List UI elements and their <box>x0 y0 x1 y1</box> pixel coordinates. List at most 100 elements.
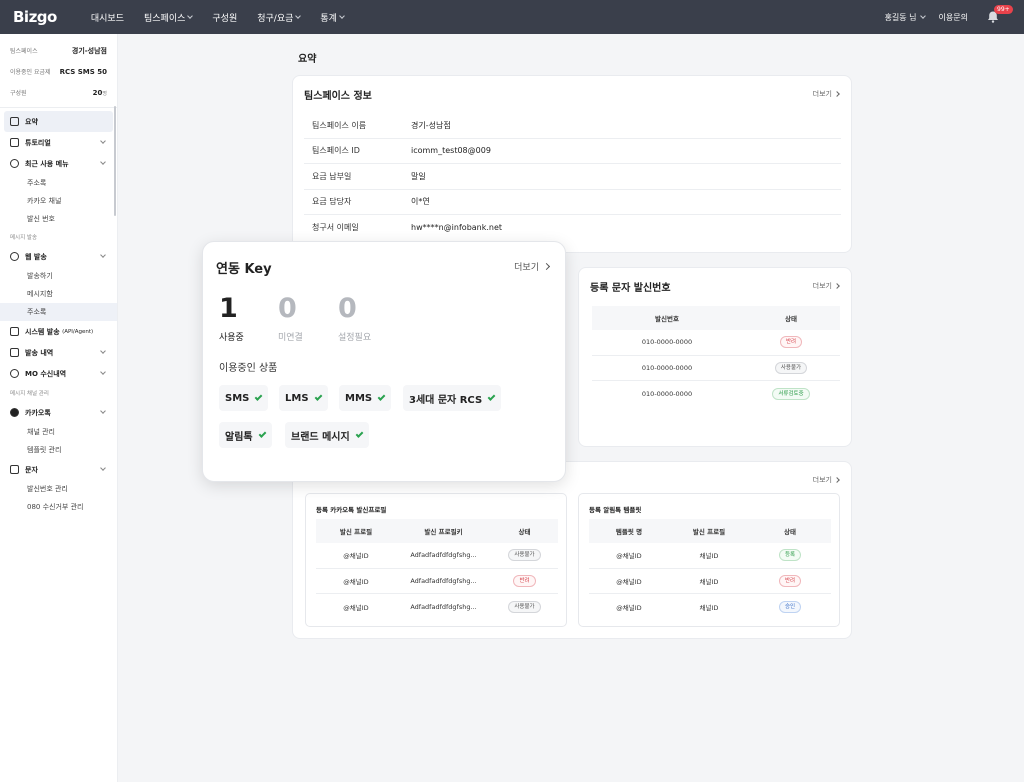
sidebar-scrollbar[interactable] <box>114 106 116 216</box>
product-chip: SMS <box>219 385 269 411</box>
status-badge: 반려 <box>779 336 803 349</box>
nav-item-members[interactable]: 구성원 <box>212 11 237 24</box>
card-title: 팀스페이스 정보 <box>304 91 372 102</box>
nav-item-billing[interactable]: 청구/요금 <box>257 11 302 24</box>
stat-setup-needed[interactable]: 0 설정필요 <box>338 292 371 343</box>
product-chip: 알림톡 <box>219 422 272 448</box>
sidebar-sub-template-manage[interactable]: 템플릿 관리 <box>0 441 117 459</box>
more-link[interactable]: 더보기 <box>514 260 551 273</box>
info-row: 요금 납부일 말일 <box>304 164 841 190</box>
layout-icon <box>10 117 19 126</box>
sidebar-item-sms[interactable]: 문자 <box>0 459 117 480</box>
table-row: @채널ID 채널ID 승인 <box>589 594 831 620</box>
sidebar-sub-address[interactable]: 주소록 <box>0 174 117 192</box>
product-chip: 브랜드 메시지 <box>285 422 369 448</box>
table-row: @채널ID Adfadfadfdfdgfshg... 반려 <box>316 569 558 594</box>
product-chip: LMS <box>279 385 328 411</box>
logo[interactable]: Bizgo <box>13 8 57 26</box>
table-row: @채널ID Adfadfadfdfdgfshg... 사용불가 <box>316 543 558 569</box>
sidebar-sub-channel-manage[interactable]: 채널 관리 <box>0 423 117 441</box>
sidebar-info: 팀스페이스 경기-성남점 이용중인 요금제 RCS SMS 50 구성원 20명 <box>0 34 117 103</box>
status-badge: 사용불가 <box>774 361 808 374</box>
popup-title: 연동 Key <box>216 262 272 277</box>
sidebar-item-recent[interactable]: 최근 사용 메뉴 <box>0 153 117 174</box>
sender-number-card: 등록 문자 발신번호 더보기 발신번호 상태 010-0000-0000 반려 01… <box>578 267 852 447</box>
products-label: 이용중인 상품 <box>219 363 278 374</box>
chat-icon <box>10 252 19 261</box>
sidebar-sub-send[interactable]: 발송하기 <box>0 267 117 285</box>
info-row: 팀스페이스 ID icomm_test08@009 <box>304 139 841 164</box>
top-nav: Bizgo 대시보드 팀스페이스 구성원 청구/요금 통계 홍길동 님 이용문의… <box>0 0 1024 34</box>
check-icon <box>377 392 386 401</box>
kakao-card: 더보기 등록 카카오톡 발신프로필 발신 프로필 발신 프로필키 상태 @채널ID A… <box>292 461 852 639</box>
chevron-down-icon <box>100 408 106 414</box>
check-icon <box>487 392 496 401</box>
status-badge: 반려 <box>513 574 536 587</box>
sidebar-item-system-send[interactable]: 시스템 발송 (API/Agent) <box>0 321 117 342</box>
status-badge: 사용불가 <box>508 600 541 613</box>
page-title: 요약 <box>298 54 317 65</box>
sender-table: 발신번호 상태 010-0000-0000 반려 010-0000-0000 사용불가… <box>592 306 840 407</box>
table-header: 템플릿 명 발신 프로필 상태 <box>589 519 831 543</box>
nav-item-teamspace[interactable]: 팀스페이스 <box>144 11 194 24</box>
status-badge: 서류검토중 <box>772 387 810 400</box>
chevron-down-icon <box>100 138 106 144</box>
more-link[interactable]: 더보기 <box>813 475 840 485</box>
sidebar-sub-sender-number[interactable]: 발신 번호 <box>0 210 117 228</box>
kakao-profile-panel: 등록 카카오톡 발신프로필 발신 프로필 발신 프로필키 상태 @채널ID Adfad… <box>305 493 567 627</box>
sidebar-item-web-send[interactable]: 웹 발송 <box>0 246 117 267</box>
status-badge: 사용불가 <box>508 549 541 562</box>
profile-table: 발신 프로필 발신 프로필키 상태 @채널ID Adfadfadfdfdgfshg..… <box>316 519 558 620</box>
chevron-right-icon <box>834 91 840 97</box>
sidebar-sub-message-box[interactable]: 메시지함 <box>0 285 117 303</box>
sidebar-item-tutorial[interactable]: 튜토리얼 <box>0 132 117 153</box>
document-icon <box>10 348 19 357</box>
check-icon <box>314 392 322 401</box>
chevron-down-icon <box>100 159 106 165</box>
table-row: @채널ID Adfadfadfdfdgfshg... 사용불가 <box>316 594 558 620</box>
inbox-icon <box>10 369 19 378</box>
check-icon <box>355 429 364 438</box>
help-link[interactable]: 이용문의 <box>939 12 968 23</box>
panel-title: 등록 알림톡 템플릿 <box>589 506 642 514</box>
sidebar: 팀스페이스 경기-성남점 이용중인 요금제 RCS SMS 50 구성원 20명 요약… <box>0 34 118 782</box>
mail-icon <box>10 465 19 474</box>
section-label-channel: 메시지 채널 관리 <box>10 391 49 397</box>
table-row: 010-0000-0000 사용불가 <box>592 356 840 381</box>
info-table: 팀스페이스 이름 경기-성남점 팀스페이스 ID icomm_test08@009 … <box>304 113 841 241</box>
monitor-icon <box>10 327 19 336</box>
more-link[interactable]: 더보기 <box>813 281 840 291</box>
stat-unconnected[interactable]: 0 미연결 <box>278 292 303 343</box>
nav-item-stats[interactable]: 통계 <box>320 11 345 24</box>
sidebar-item-summary[interactable]: 요약 <box>4 111 113 132</box>
sidebar-item-mo-history[interactable]: MO 수신내역 <box>0 363 117 384</box>
sidebar-menu: 요약 튜토리얼 최근 사용 메뉴 주소록 카카오 채널 발신 번호 메시지 발송… <box>0 108 117 519</box>
teamspace-info-card: 팀스페이스 정보 더보기 팀스페이스 이름 경기-성남점 팀스페이스 ID icom… <box>292 75 852 253</box>
more-link[interactable]: 더보기 <box>813 89 840 99</box>
chevron-down-icon <box>100 465 106 471</box>
integration-key-popup: 연동 Key 더보기 1 사용중 0 미연결 0 설정필요 이용중인 상품 SMS L… <box>202 241 566 482</box>
user-menu[interactable]: 홍길동 님 <box>885 12 926 23</box>
stat-in-use[interactable]: 1 사용중 <box>219 292 244 343</box>
notification-button[interactable]: 99+ <box>986 5 1013 24</box>
chevron-right-icon <box>542 262 551 271</box>
card-title: 등록 문자 발신번호 <box>590 283 671 294</box>
sidebar-item-send-history[interactable]: 발송 내역 <box>0 342 117 363</box>
sidebar-sub-sender-manage[interactable]: 발신번호 관리 <box>0 480 117 498</box>
sidebar-sub-080-reject[interactable]: 080 수신거부 관리 <box>0 498 117 516</box>
check-icon <box>258 429 266 438</box>
template-table: 템플릿 명 발신 프로필 상태 @채널ID 채널ID 등록 @채널ID 채널ID 반려 @채… <box>589 519 831 620</box>
nav-item-dashboard[interactable]: 대시보드 <box>91 11 124 24</box>
notification-badge: 99+ <box>994 5 1013 14</box>
book-icon <box>10 138 19 147</box>
sidebar-sub-address-book[interactable]: 주소록 <box>0 303 117 321</box>
sidebar-item-kakaotalk[interactable]: 카카오톡 <box>0 402 117 423</box>
info-row: 요금 담당자 이*연 <box>304 190 841 215</box>
sidebar-sub-kakao-channel[interactable]: 카카오 채널 <box>0 192 117 210</box>
teamspace-info: 팀스페이스 경기-성남점 <box>10 46 107 56</box>
status-badge: 등록 <box>778 549 802 562</box>
info-row: 팀스페이스 이름 경기-성남점 <box>304 113 841 139</box>
section-label-message: 메시지 발송 <box>10 235 38 241</box>
status-badge: 승인 <box>778 600 802 613</box>
members-info: 구성원 20명 <box>10 88 107 98</box>
